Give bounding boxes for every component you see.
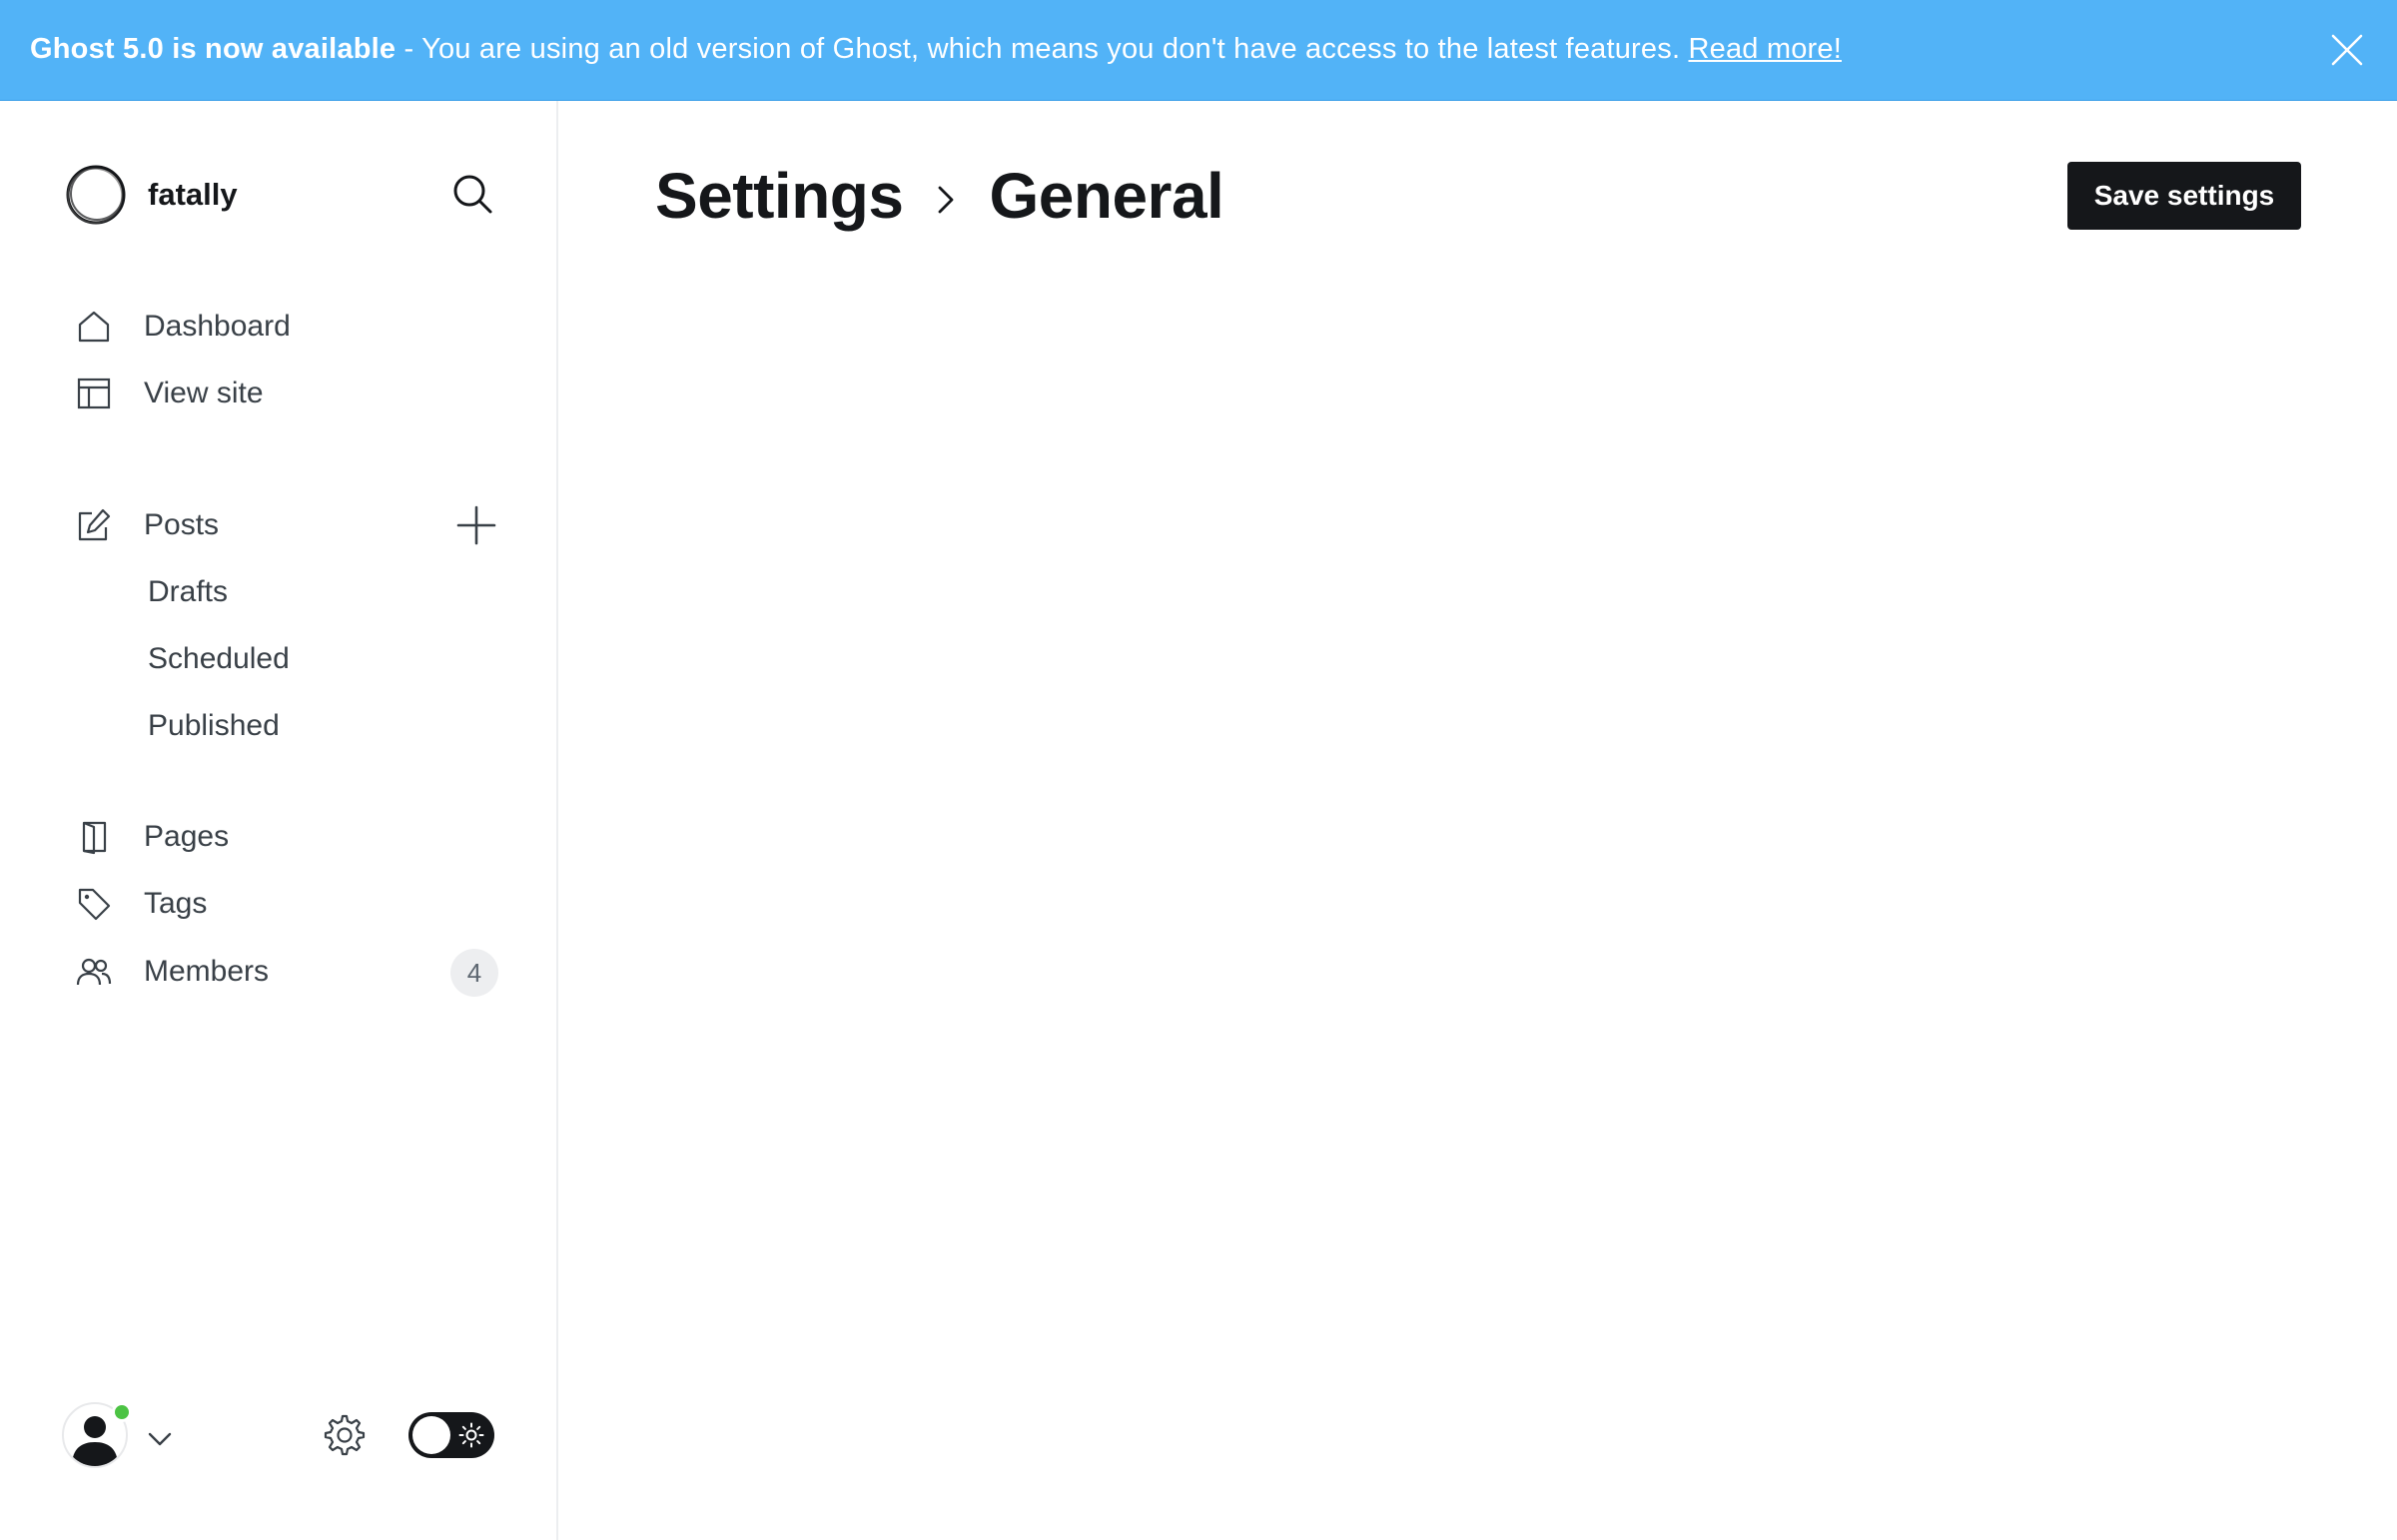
site-brand[interactable]: fatally	[64, 163, 238, 227]
sidebar: fatally Dashboard View site Posts Drafts…	[0, 101, 558, 1540]
banner-text: Ghost 5.0 is now available - You are usi…	[30, 0, 1842, 100]
breadcrumb-settings-link[interactable]: Settings	[655, 159, 904, 233]
close-icon[interactable]	[2329, 32, 2365, 68]
dark-mode-toggle[interactable]	[408, 1412, 494, 1458]
nav-label-members: Members	[144, 955, 270, 988]
nav-item-pages[interactable]: Pages	[74, 815, 229, 859]
members-icon	[74, 952, 114, 992]
update-banner: Ghost 5.0 is now available - You are usi…	[0, 0, 2397, 101]
sun-icon	[458, 1422, 484, 1448]
new-post-plus-icon[interactable]	[455, 504, 497, 546]
members-count-badge: 4	[450, 949, 498, 997]
nav-subitem-drafts[interactable]: Drafts	[148, 570, 228, 614]
nav-label-posts: Posts	[144, 508, 220, 541]
read-more-link[interactable]: Read more!	[1688, 33, 1842, 65]
chevron-right-icon	[929, 183, 963, 217]
breadcrumb: Settings General	[655, 158, 1224, 234]
nav-item-members[interactable]: Members	[74, 950, 269, 994]
page-title: General	[989, 160, 1224, 232]
nav-label-tags: Tags	[144, 887, 208, 920]
site-name: fatally	[148, 177, 238, 212]
search-icon[interactable]	[451, 173, 493, 215]
gear-icon[interactable]	[322, 1412, 368, 1458]
nav-item-tags[interactable]: Tags	[74, 882, 207, 926]
home-icon	[74, 307, 114, 347]
site-logo-icon	[64, 163, 128, 227]
nav-item-posts[interactable]: Posts	[74, 503, 219, 547]
banner-separator: -	[396, 33, 422, 65]
page-icon	[74, 817, 114, 857]
online-status-dot	[112, 1402, 132, 1422]
layout-icon	[74, 374, 114, 413]
nav-label-dashboard: Dashboard	[144, 310, 291, 343]
edit-icon	[74, 505, 114, 545]
toggle-knob	[412, 1416, 450, 1454]
banner-title: Ghost 5.0 is now available	[30, 33, 397, 65]
tag-icon	[74, 884, 114, 924]
nav-item-view-site[interactable]: View site	[74, 372, 264, 415]
banner-message: You are using an old version of Ghost, w…	[421, 33, 1681, 65]
nav-subitem-published[interactable]: Published	[148, 704, 280, 748]
user-avatar[interactable]	[62, 1402, 132, 1468]
chevron-down-icon[interactable]	[146, 1425, 174, 1453]
nav-subitem-scheduled[interactable]: Scheduled	[148, 637, 290, 681]
nav-item-dashboard[interactable]: Dashboard	[74, 305, 291, 349]
nav-label-view-site: View site	[144, 377, 264, 409]
nav-label-pages: Pages	[144, 820, 230, 853]
save-settings-button[interactable]: Save settings	[2067, 162, 2301, 230]
